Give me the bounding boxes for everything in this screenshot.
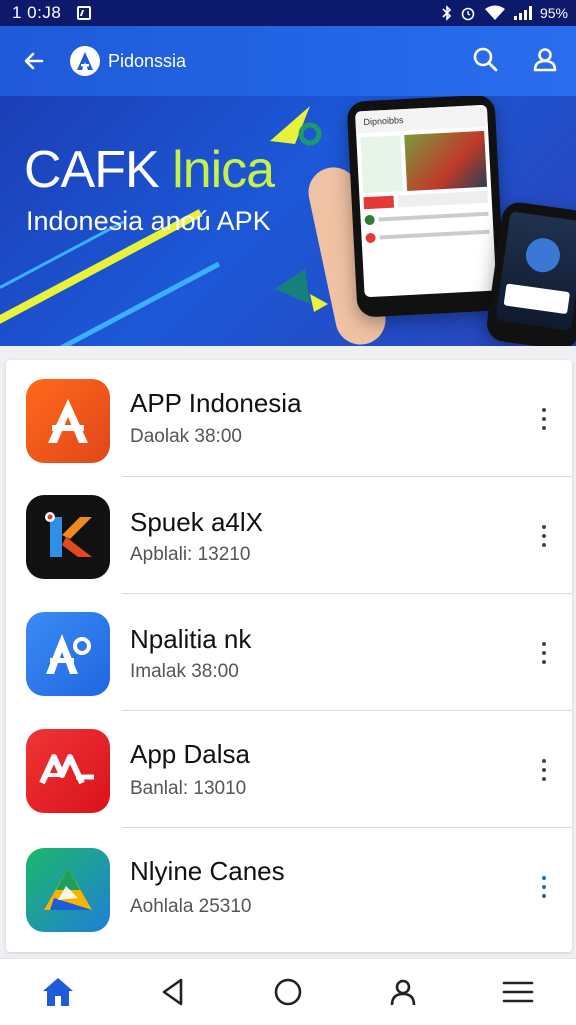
phone-screen-secondary bbox=[495, 211, 576, 331]
app-logo bbox=[70, 46, 100, 76]
nav-home-circle[interactable] bbox=[268, 972, 308, 1012]
app-meta: Aohlala 25310 bbox=[130, 896, 252, 917]
bluetooth-icon bbox=[442, 5, 452, 21]
red-aa-app-icon bbox=[26, 729, 110, 813]
app-bar: Pidonssia bbox=[0, 26, 576, 96]
nav-back[interactable] bbox=[153, 972, 193, 1012]
nav-account[interactable] bbox=[383, 972, 423, 1012]
signal-icon bbox=[513, 6, 532, 20]
list-item[interactable]: App Dalsa Banlal: 13010 bbox=[6, 711, 572, 828]
menu-icon bbox=[503, 981, 534, 1003]
more-options-button[interactable] bbox=[530, 521, 558, 551]
search-button[interactable] bbox=[472, 46, 498, 77]
status-time: 1 0:J8 bbox=[12, 3, 62, 22]
list-item[interactable]: Nlyine Canes Aohlala 25310 bbox=[6, 828, 572, 945]
orange-a-app-icon bbox=[26, 379, 110, 463]
app-name: Npalitia nk bbox=[130, 624, 252, 654]
decor-shape-icon bbox=[275, 269, 328, 312]
phone-screen: Dipnoibbs bbox=[354, 104, 497, 298]
banner-headline-white: CAFK bbox=[24, 141, 173, 199]
back-button[interactable] bbox=[20, 47, 48, 75]
banner-headline-accent: lnica bbox=[172, 141, 275, 199]
app-bar-actions bbox=[472, 46, 558, 77]
arrow-left-icon bbox=[24, 52, 44, 70]
account-icon bbox=[533, 47, 557, 71]
home-circle-icon bbox=[274, 978, 302, 1006]
app-name: Nlyine Canes bbox=[130, 856, 285, 886]
profile-button[interactable] bbox=[532, 46, 558, 77]
notification-icon bbox=[77, 6, 92, 20]
phone-mockup: Dipnoibbs bbox=[346, 96, 506, 318]
more-options-button[interactable] bbox=[530, 638, 558, 668]
blue-a-app-icon bbox=[26, 612, 110, 696]
app-name: APP Indonesia bbox=[130, 388, 302, 418]
search-icon bbox=[473, 47, 498, 71]
nav-menu[interactable] bbox=[498, 972, 538, 1012]
more-options-button[interactable] bbox=[530, 404, 558, 434]
a-logo-icon bbox=[77, 52, 93, 70]
list-item[interactable]: APP Indonesia Daolak 38:00 bbox=[6, 360, 572, 477]
app-meta: Apblali: 13210 bbox=[130, 544, 251, 565]
more-options-button[interactable] bbox=[530, 872, 558, 902]
nav-home[interactable] bbox=[38, 972, 78, 1012]
app-meta: Daolak 38:00 bbox=[130, 426, 242, 447]
app-name: Spuek a4lX bbox=[130, 507, 263, 537]
colorful-k-app-icon bbox=[26, 495, 110, 579]
app-name: App Dalsa bbox=[130, 739, 250, 769]
list-item[interactable]: Npalitia nk Imalak 38:00 bbox=[6, 594, 572, 711]
decor-shape-icon bbox=[270, 106, 322, 146]
app-meta: Banlal: 13010 bbox=[130, 778, 247, 799]
app-meta: Imalak 38:00 bbox=[130, 661, 239, 682]
status-bar: 1 0:J8 95% bbox=[0, 0, 576, 26]
status-indicators: 95% bbox=[442, 5, 568, 21]
battery-level: 95% bbox=[539, 5, 568, 21]
green-triangle-app-icon bbox=[26, 848, 110, 932]
app-title: Pidonssia bbox=[108, 50, 187, 71]
account-icon bbox=[390, 979, 416, 1006]
promo-banner[interactable]: CAFK lnica Indonesia anoú APK Dipnoibbs bbox=[0, 96, 576, 346]
app-list: APP Indonesia Daolak 38:00 Spuek a4lX Ap… bbox=[6, 360, 572, 952]
back-triangle-icon bbox=[162, 978, 183, 1006]
list-item[interactable]: Spuek a4lX Apblali: 13210 bbox=[6, 477, 572, 594]
wifi-icon bbox=[484, 5, 505, 20]
banner-subtitle: Indonesia anoú APK bbox=[26, 206, 271, 236]
home-icon bbox=[42, 978, 73, 1006]
alarm-icon bbox=[461, 7, 475, 21]
banner-headline: CAFK lnica bbox=[24, 140, 275, 200]
bottom-navigation bbox=[0, 958, 576, 1025]
more-options-button[interactable] bbox=[530, 755, 558, 785]
